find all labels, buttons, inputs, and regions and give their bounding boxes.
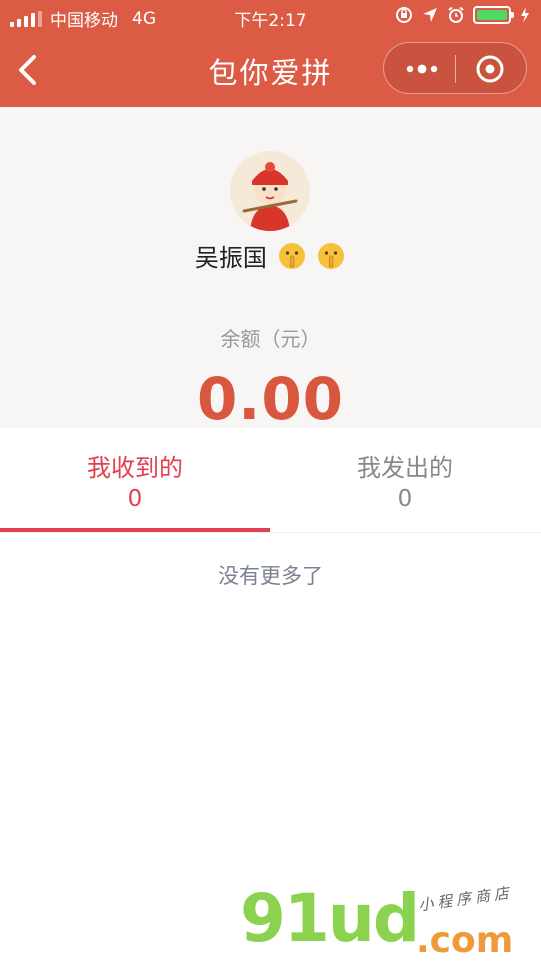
mini-program-capsule bbox=[383, 42, 527, 94]
tab-received[interactable]: 我收到的 0 bbox=[0, 428, 270, 532]
watermark: 91ud 小程序商店 .com bbox=[240, 880, 540, 961]
tab-received-label: 我收到的 bbox=[87, 454, 183, 482]
balance-amount: 0.00 bbox=[196, 365, 345, 433]
network-type: 4G bbox=[132, 8, 156, 29]
watermark-tagline: 小程序商店 bbox=[417, 883, 514, 915]
charging-bolt-icon bbox=[521, 7, 529, 23]
shushing-face-icon bbox=[278, 243, 305, 269]
avatar[interactable] bbox=[230, 151, 310, 231]
target-circle-icon[interactable] bbox=[468, 51, 512, 87]
record-tabs: 我收到的 0 我发出的 0 bbox=[0, 428, 541, 533]
status-right bbox=[395, 6, 531, 24]
balance-label: 余额（元） bbox=[220, 327, 321, 351]
tab-received-count: 0 bbox=[127, 486, 143, 512]
carrier-name: 中国移动 bbox=[50, 11, 118, 31]
tab-sent-label: 我发出的 bbox=[357, 454, 453, 482]
active-tab-indicator bbox=[0, 528, 270, 532]
tab-sent[interactable]: 我发出的 0 bbox=[270, 428, 540, 532]
tab-sent-count: 0 bbox=[397, 486, 413, 512]
navigation-bar: 包你爱拼 bbox=[0, 34, 541, 107]
orientation-lock-icon bbox=[396, 7, 412, 23]
status-left: 中国移动 4G bbox=[10, 6, 156, 31]
shushing-face-icon bbox=[318, 243, 345, 269]
location-arrow-icon bbox=[423, 8, 437, 22]
status-bar: 中国移动 4G 下午2:17 bbox=[0, 0, 541, 34]
watermark-suffix: .com bbox=[416, 920, 514, 961]
user-nickname: 吴振国 bbox=[194, 244, 267, 272]
avatar-image bbox=[230, 151, 310, 231]
capsule-divider bbox=[455, 55, 456, 83]
list-end-message: 没有更多了 bbox=[218, 564, 323, 588]
app-header: 中国移动 4G 下午2:17 包你爱拼 bbox=[0, 0, 541, 107]
profile-section: 吴振国 余额（元） 0.00 bbox=[0, 107, 541, 433]
user-nickname-row: 吴振国 bbox=[0, 238, 541, 273]
signal-icon bbox=[10, 10, 42, 27]
alarm-icon bbox=[448, 6, 464, 23]
more-dots-icon[interactable] bbox=[400, 55, 444, 83]
watermark-main: 91ud bbox=[240, 880, 420, 957]
battery-icon bbox=[473, 6, 514, 24]
